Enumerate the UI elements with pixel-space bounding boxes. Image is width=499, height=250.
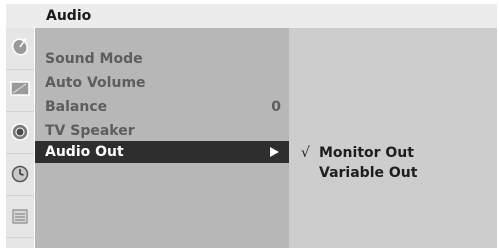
sidebar-item-audio[interactable] — [6, 112, 34, 154]
clock-icon — [11, 165, 29, 183]
sidebar-item-picture[interactable] — [6, 70, 34, 112]
menu-title: Audio — [46, 8, 92, 24]
option-monitor-out[interactable]: √ Monitor Out — [289, 143, 497, 163]
menu-item-balance[interactable]: Balance 0 — [35, 96, 289, 118]
menu-header: Audio — [6, 4, 497, 28]
checkmark-icon: √ — [301, 145, 310, 161]
picture-screen-icon — [10, 81, 30, 96]
menu-item-label: Auto Volume — [45, 75, 146, 91]
menu-item-sound-mode[interactable]: Sound Mode — [35, 48, 289, 70]
submenu-arrow-icon — [270, 147, 279, 157]
menu-item-auto-volume[interactable]: Auto Volume — [35, 72, 289, 94]
sidebar-item-time[interactable] — [6, 154, 34, 196]
audio-menu-list: Sound Mode Auto Volume Balance 0 TV Spea… — [35, 28, 289, 248]
menu-item-tv-speaker[interactable]: TV Speaker — [35, 120, 289, 142]
sidebar-item-setup[interactable] — [6, 28, 34, 70]
osd-menu-window: Audio Sound Mode Auto Volume Balance 0 T… — [6, 4, 497, 248]
settings-lock-icon — [12, 209, 28, 224]
audio-out-submenu: √ Monitor Out Variable Out — [289, 28, 497, 248]
audio-speaker-icon — [11, 123, 29, 141]
menu-item-label: Audio Out — [45, 144, 124, 160]
menu-item-label: Balance — [45, 99, 108, 115]
menu-item-label: TV Speaker — [45, 123, 135, 139]
option-label: Variable Out — [319, 165, 418, 181]
menu-item-audio-out[interactable]: Audio Out — [35, 141, 289, 163]
option-variable-out[interactable]: Variable Out — [289, 163, 497, 183]
menu-item-label: Sound Mode — [45, 51, 143, 67]
sidebar-item-option[interactable] — [6, 196, 34, 238]
category-sidebar — [6, 28, 35, 248]
satellite-dish-icon — [11, 38, 29, 56]
option-label: Monitor Out — [319, 145, 414, 161]
balance-value: 0 — [271, 99, 281, 115]
